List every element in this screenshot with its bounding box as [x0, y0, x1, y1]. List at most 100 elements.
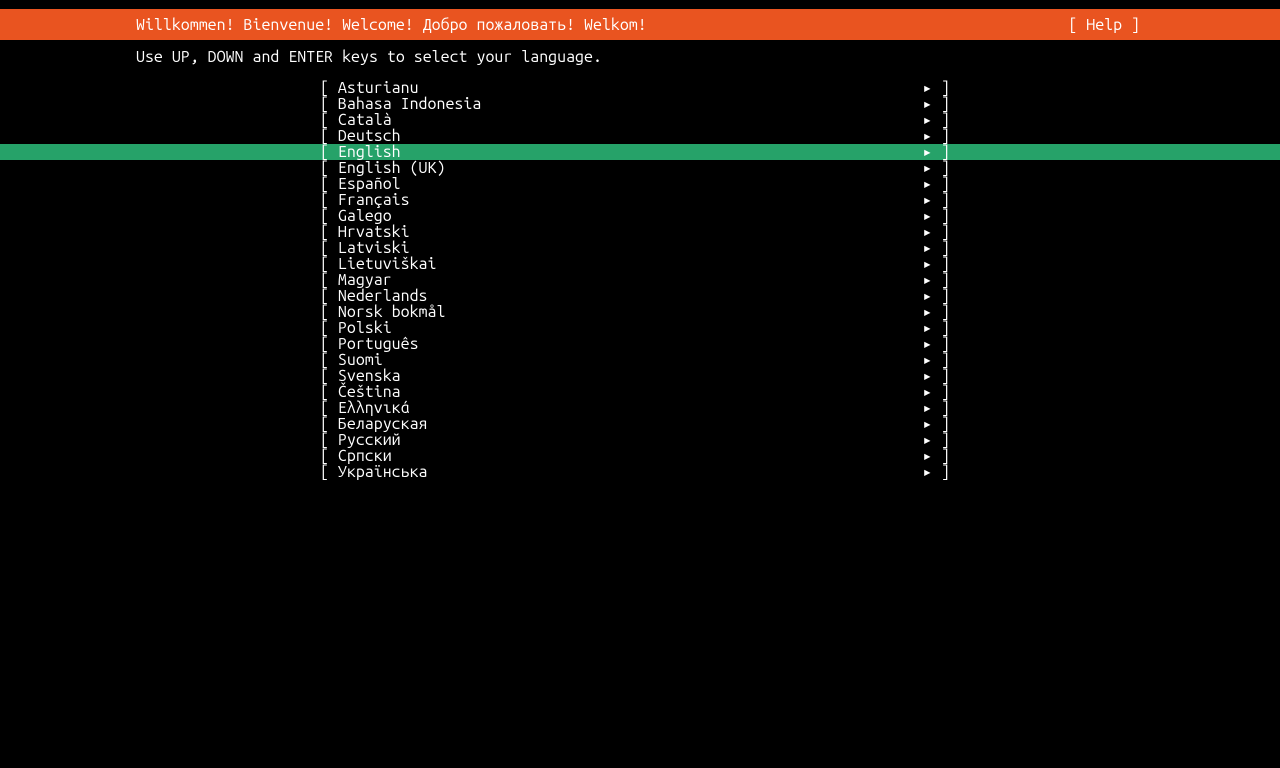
- bracket-open: [: [320, 192, 338, 208]
- bracket-open: [: [320, 256, 338, 272]
- language-option[interactable]: [ Српски ▸ ]: [0, 448, 1280, 464]
- bracket-open: [: [320, 416, 338, 432]
- bracket-open: [: [320, 176, 338, 192]
- triangle-right-icon: ▸: [922, 368, 932, 384]
- language-option[interactable]: [ Polski▸ ]: [0, 320, 1280, 336]
- bracket-close: ]: [932, 128, 950, 144]
- bracket-close: ]: [932, 320, 950, 336]
- language-option[interactable]: [ Español▸ ]: [0, 176, 1280, 192]
- triangle-right-icon: ▸: [922, 256, 932, 272]
- language-option[interactable]: [ English▸ ]: [0, 144, 1280, 160]
- language-option[interactable]: [ Nederlands▸ ]: [0, 288, 1280, 304]
- language-label: Српски: [338, 448, 392, 464]
- language-option[interactable]: [ Magyar▸ ]: [0, 272, 1280, 288]
- bracket-close: ]: [932, 208, 950, 224]
- triangle-right-icon: ▸: [922, 400, 932, 416]
- triangle-right-icon: ▸: [922, 448, 932, 464]
- language-option[interactable]: [ Deutsch▸ ]: [0, 128, 1280, 144]
- bracket-close: ]: [932, 416, 950, 432]
- triangle-right-icon: ▸: [922, 272, 932, 288]
- bracket-close: ]: [932, 240, 950, 256]
- language-option[interactable]: [ Bahasa Indonesia▸ ]: [0, 96, 1280, 112]
- language-label: Ελληνικά: [338, 400, 410, 416]
- bracket-open: [: [320, 400, 338, 416]
- triangle-right-icon: ▸: [922, 304, 932, 320]
- bracket-close: ]: [932, 144, 950, 160]
- bracket-close: ]: [932, 448, 950, 464]
- bracket-close: ]: [932, 464, 950, 480]
- language-option[interactable]: [ Português▸ ]: [0, 336, 1280, 352]
- bracket-open: [: [320, 160, 338, 176]
- language-option[interactable]: [ Asturianu▸ ]: [0, 80, 1280, 96]
- triangle-right-icon: ▸: [922, 384, 932, 400]
- triangle-right-icon: ▸: [922, 192, 932, 208]
- triangle-right-icon: ▸: [922, 112, 932, 128]
- bracket-close: ]: [932, 432, 950, 448]
- language-option[interactable]: [ Galego▸ ]: [0, 208, 1280, 224]
- language-option[interactable]: [ Français▸ ]: [0, 192, 1280, 208]
- bracket-open: [: [320, 304, 338, 320]
- language-option[interactable]: [ Hrvatski ▸ ]: [0, 224, 1280, 240]
- language-label: Svenska: [338, 368, 401, 384]
- bracket-close: ]: [932, 160, 950, 176]
- language-option[interactable]: [ Català▸ ]: [0, 112, 1280, 128]
- bracket-open: [: [320, 448, 338, 464]
- language-label: Suomi: [338, 352, 383, 368]
- bracket-open: [: [320, 320, 338, 336]
- bracket-close: ]: [932, 112, 950, 128]
- bracket-close: ]: [932, 80, 950, 96]
- language-label: Français: [338, 192, 410, 208]
- language-label: Українська: [338, 464, 428, 480]
- triangle-right-icon: ▸: [922, 160, 932, 176]
- triangle-right-icon: ▸: [922, 176, 932, 192]
- bracket-open: [: [320, 336, 338, 352]
- language-option[interactable]: [ Latviski▸ ]: [0, 240, 1280, 256]
- language-option[interactable]: [ Русский▸ ]: [0, 432, 1280, 448]
- bracket-close: ]: [932, 224, 950, 240]
- language-label: Беларуская: [338, 416, 428, 432]
- bracket-open: [: [320, 224, 338, 240]
- instruction-text: Use UP, DOWN and ENTER keys to select yo…: [0, 40, 1280, 65]
- bracket-close: ]: [932, 304, 950, 320]
- bracket-close: ]: [932, 288, 950, 304]
- language-option[interactable]: [ Čeština▸ ]: [0, 384, 1280, 400]
- bracket-open: [: [320, 208, 338, 224]
- language-option[interactable]: [ Ελληνικά ▸ ]: [0, 400, 1280, 416]
- bracket-open: [: [320, 464, 338, 480]
- bracket-open: [: [320, 432, 338, 448]
- language-label: Deutsch: [338, 128, 401, 144]
- language-list: [ Asturianu▸ ][ Bahasa Indonesia▸ ][ Cat…: [0, 65, 1280, 480]
- header-bar: Willkommen! Bienvenue! Welcome! Добро по…: [0, 9, 1280, 40]
- help-button[interactable]: [ Help ]: [1068, 17, 1280, 33]
- bracket-close: ]: [932, 384, 950, 400]
- language-label: English (UK): [338, 160, 446, 176]
- language-label: Norsk bokmål: [338, 304, 446, 320]
- bracket-open: [: [320, 128, 338, 144]
- triangle-right-icon: ▸: [922, 224, 932, 240]
- language-option[interactable]: [ English (UK) ▸ ]: [0, 160, 1280, 176]
- language-option[interactable]: [ Беларуская▸ ]: [0, 416, 1280, 432]
- language-option[interactable]: [ Lietuviškai▸ ]: [0, 256, 1280, 272]
- language-label: Nederlands: [338, 288, 428, 304]
- language-option[interactable]: [ Norsk bokmål ▸ ]: [0, 304, 1280, 320]
- language-option[interactable]: [ Svenska▸ ]: [0, 368, 1280, 384]
- language-label: English: [338, 144, 401, 160]
- language-label: Polski: [338, 320, 392, 336]
- language-option[interactable]: [ Suomi▸ ]: [0, 352, 1280, 368]
- triangle-right-icon: ▸: [922, 96, 932, 112]
- bracket-open: [: [320, 240, 338, 256]
- bracket-open: [: [320, 288, 338, 304]
- language-label: Galego: [338, 208, 392, 224]
- triangle-right-icon: ▸: [922, 432, 932, 448]
- bracket-close: ]: [932, 352, 950, 368]
- language-label: Bahasa Indonesia: [338, 96, 481, 112]
- bracket-open: [: [320, 80, 338, 96]
- bracket-close: ]: [932, 400, 950, 416]
- bracket-close: ]: [932, 272, 950, 288]
- triangle-right-icon: ▸: [922, 352, 932, 368]
- language-label: Hrvatski: [338, 224, 410, 240]
- language-label: Magyar: [338, 272, 392, 288]
- language-option[interactable]: [ Українська▸ ]: [0, 464, 1280, 480]
- bracket-open: [: [320, 384, 338, 400]
- header-title: Willkommen! Bienvenue! Welcome! Добро по…: [0, 17, 647, 33]
